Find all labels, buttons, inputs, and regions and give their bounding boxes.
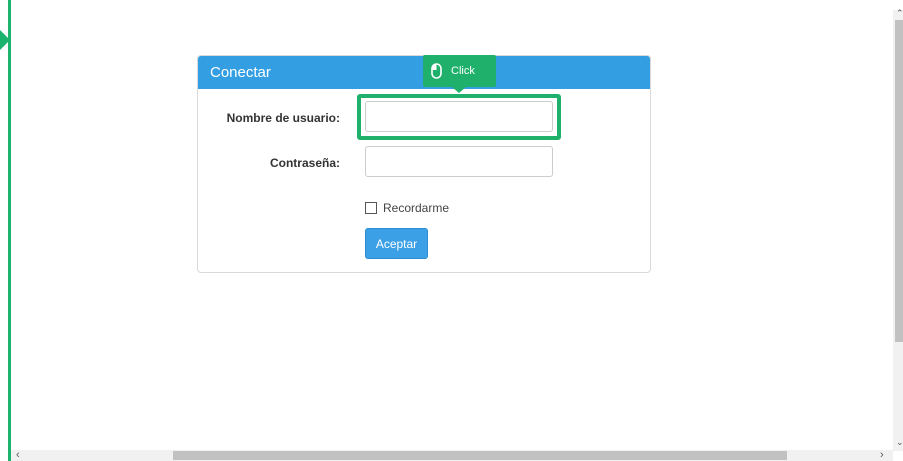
- guide-notch: [0, 30, 10, 50]
- horizontal-scroll-thumb[interactable]: [173, 451, 787, 460]
- tooltip-label: Click: [451, 65, 475, 77]
- click-tooltip: Click: [423, 55, 496, 87]
- accept-button[interactable]: Aceptar: [365, 228, 428, 259]
- tooltip-arrow: [452, 87, 466, 93]
- scroll-left-icon[interactable]: ‹: [16, 449, 20, 461]
- vertical-scroll-thumb[interactable]: [895, 20, 903, 342]
- username-label: Nombre de usuario:: [226, 111, 340, 125]
- password-label: Contraseña:: [269, 156, 340, 170]
- scroll-up-icon[interactable]: ⌃: [896, 8, 903, 19]
- remember-checkbox[interactable]: [365, 202, 377, 214]
- scroll-right-icon[interactable]: ›: [880, 449, 884, 461]
- scroll-down-icon[interactable]: ⌄: [896, 437, 903, 448]
- click-target-highlight: [357, 94, 561, 140]
- remember-label: Recordarme: [383, 201, 450, 215]
- mouse-icon: [431, 63, 442, 79]
- password-input[interactable]: [365, 146, 553, 177]
- guide-rail: [8, 0, 11, 461]
- remember-me[interactable]: Recordarme: [365, 201, 449, 215]
